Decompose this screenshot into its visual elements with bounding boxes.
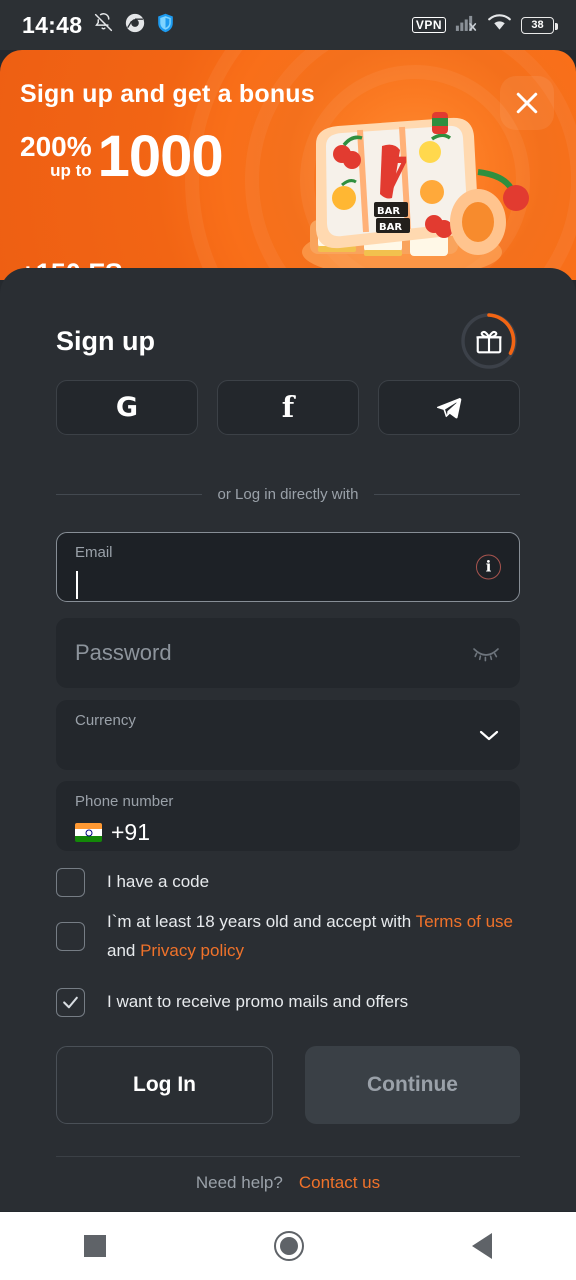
social-login-row: G f [56, 380, 520, 435]
currency-select[interactable]: Currency [56, 700, 520, 770]
divider-text: or Log in directly with [217, 486, 359, 503]
signup-card: Sign up G f or Log in directly with Emai… [0, 268, 576, 1211]
promo-banner: Sign up and get a bonus 200% up to 1000 … [0, 50, 576, 280]
checkbox-age-terms[interactable] [56, 922, 85, 952]
battery-indicator: 38 [521, 16, 558, 34]
checkbox-row-promo: I want to receive promo mails and offers [56, 988, 520, 1017]
social-login-facebook[interactable]: f [217, 380, 359, 435]
status-bar-right: VPN 38 [411, 13, 558, 37]
privacy-policy-link[interactable]: Privacy policy [140, 941, 244, 960]
india-flag-icon [75, 823, 102, 842]
password-placeholder: Password [75, 640, 172, 665]
phone-label: Phone number [75, 793, 174, 810]
square-icon[interactable] [84, 1235, 106, 1257]
terms-of-use-link[interactable]: Terms of use [416, 912, 513, 931]
facebook-icon: f [281, 390, 295, 424]
divider-line-left [56, 494, 202, 495]
bonus-percent: 200% [20, 131, 92, 162]
google-icon: G [115, 392, 139, 423]
text-caret [76, 571, 78, 599]
checkbox-promo-mails[interactable] [56, 988, 85, 1017]
vpn-badge: VPN [411, 17, 446, 33]
gift-icon [476, 330, 502, 354]
bonus-amount: 1000 [97, 124, 224, 189]
telegram-icon [436, 397, 462, 418]
need-help-text: Need help? [195, 1173, 283, 1192]
currency-label: Currency [75, 712, 136, 729]
eye-off-icon [473, 648, 499, 662]
toggle-password-visibility-button[interactable] [471, 643, 501, 663]
svg-text:BAR: BAR [377, 206, 400, 217]
social-login-telegram[interactable] [378, 380, 520, 435]
bonus-amount-row: 200% up to 1000 [20, 124, 224, 189]
shield-icon [156, 13, 175, 38]
svg-text:7: 7 [378, 147, 410, 201]
circle-icon[interactable] [274, 1231, 304, 1261]
email-field[interactable]: Email i [56, 532, 520, 602]
social-login-google[interactable]: G [56, 380, 198, 435]
signal-no-sim-icon [455, 14, 478, 37]
chevron-down-icon [479, 730, 499, 741]
currency-dropdown-toggle[interactable] [477, 727, 501, 743]
checkbox-row-have-code: I have a code [56, 868, 520, 897]
bonus-percent-block: 200% up to [20, 130, 92, 180]
info-icon: i [476, 554, 501, 580]
svg-text:BAR: BAR [379, 222, 402, 233]
checkbox-label-age-terms: I`m at least 18 years old and accept wit… [107, 908, 520, 966]
close-banner-button[interactable] [500, 76, 554, 130]
age-terms-text-1: I`m at least 18 years old and accept wit… [107, 912, 416, 931]
password-field[interactable]: Password [56, 618, 520, 688]
card-header: Sign up [0, 310, 576, 372]
phone-number-field[interactable]: Phone number +91 [56, 781, 520, 851]
banner-title: Sign up and get a bonus [20, 80, 315, 108]
contact-us-link[interactable]: Contact us [299, 1173, 380, 1193]
checkbox-row-age-terms: I`m at least 18 years old and accept wit… [56, 908, 520, 966]
phone-country-value[interactable]: +91 [75, 819, 150, 846]
triangle-back-icon[interactable] [472, 1233, 492, 1259]
close-icon [516, 92, 538, 114]
notifications-off-icon [93, 12, 114, 38]
wifi-icon [487, 13, 512, 37]
phone-country-code: +91 [111, 819, 151, 845]
footer-help-row: Need help? Contact us [0, 1173, 576, 1193]
slot-machine-illustration: 7 BAR BAR [302, 112, 529, 278]
age-terms-text-2: and [107, 940, 141, 960]
bonus-upto-label: up to [50, 160, 92, 180]
email-label: Email [75, 544, 113, 561]
divider-row: or Log in directly with [56, 486, 520, 503]
page-title: Sign up [56, 325, 155, 356]
footer-divider [56, 1156, 520, 1157]
action-buttons-row: Log In Continue [56, 1046, 520, 1124]
email-info-button[interactable]: i [476, 554, 501, 580]
status-time: 14:48 [22, 11, 83, 38]
continue-button[interactable]: Continue [305, 1046, 520, 1124]
android-navigation-bar [0, 1212, 576, 1280]
checkbox-have-code[interactable] [56, 868, 85, 897]
gift-bonus-button[interactable] [458, 310, 520, 372]
checkbox-label-promo-mails: I want to receive promo mails and offers [107, 992, 409, 1012]
login-button[interactable]: Log In [56, 1046, 273, 1124]
status-bar-left: 14:48 [22, 12, 175, 39]
status-bar: 14:48 VPN 38 [0, 0, 576, 50]
divider-line-right [374, 494, 520, 495]
chrome-icon [125, 13, 145, 38]
checkbox-label-have-code: I have a code [107, 872, 210, 892]
app-screen: 14:48 VPN 38 Sign up and get a bonus 200… [0, 0, 576, 1280]
